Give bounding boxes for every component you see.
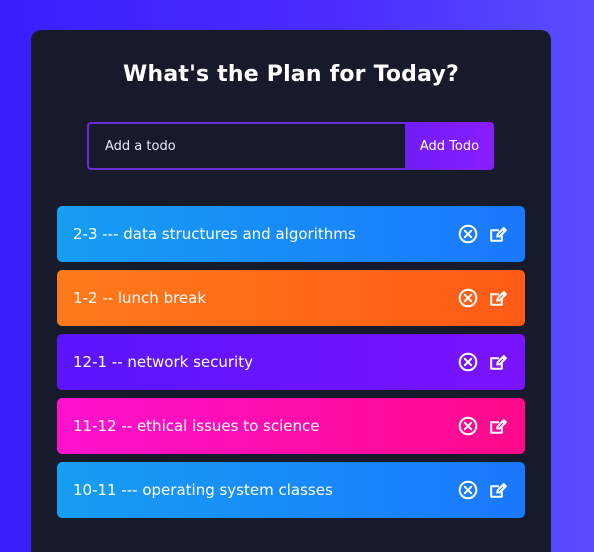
todo-item[interactable]: 1-2 -- lunch break [57,270,525,326]
edit-icon[interactable] [488,352,508,372]
close-circle-icon[interactable] [458,352,478,372]
todo-item-text[interactable]: 10-11 --- operating system classes [73,462,333,518]
close-circle-icon[interactable] [458,416,478,436]
edit-icon[interactable] [488,480,508,500]
todo-item[interactable]: 10-11 --- operating system classes [57,462,525,518]
edit-icon[interactable] [488,416,508,436]
todo-item-actions [458,480,508,500]
close-circle-icon[interactable] [458,288,478,308]
todo-item-text[interactable]: 2-3 --- data structures and algorithms [73,206,356,262]
todo-item-text[interactable]: 11-12 -- ethical issues to science [73,398,320,454]
close-circle-icon[interactable] [458,224,478,244]
todo-item[interactable]: 11-12 -- ethical issues to science [57,398,525,454]
todo-item[interactable]: 2-3 --- data structures and algorithms [57,206,525,262]
edit-icon[interactable] [488,224,508,244]
todo-item-actions [458,416,508,436]
add-todo-button[interactable]: Add Todo [405,122,494,170]
edit-icon[interactable] [488,288,508,308]
page-title: What's the Plan for Today? [123,62,459,87]
todo-item-text[interactable]: 12-1 -- network security [73,334,253,390]
todo-item-text[interactable]: 1-2 -- lunch break [73,270,206,326]
todo-app-card: What's the Plan for Today? Add Todo 2-3 … [31,30,551,552]
close-circle-icon[interactable] [458,480,478,500]
todo-item[interactable]: 12-1 -- network security [57,334,525,390]
todo-item-actions [458,224,508,244]
todo-item-actions [458,352,508,372]
todo-form: Add Todo [87,122,494,170]
todo-item-actions [458,288,508,308]
todo-input[interactable] [87,122,405,170]
todo-list: 2-3 --- data structures and algorithms 1… [57,206,525,526]
